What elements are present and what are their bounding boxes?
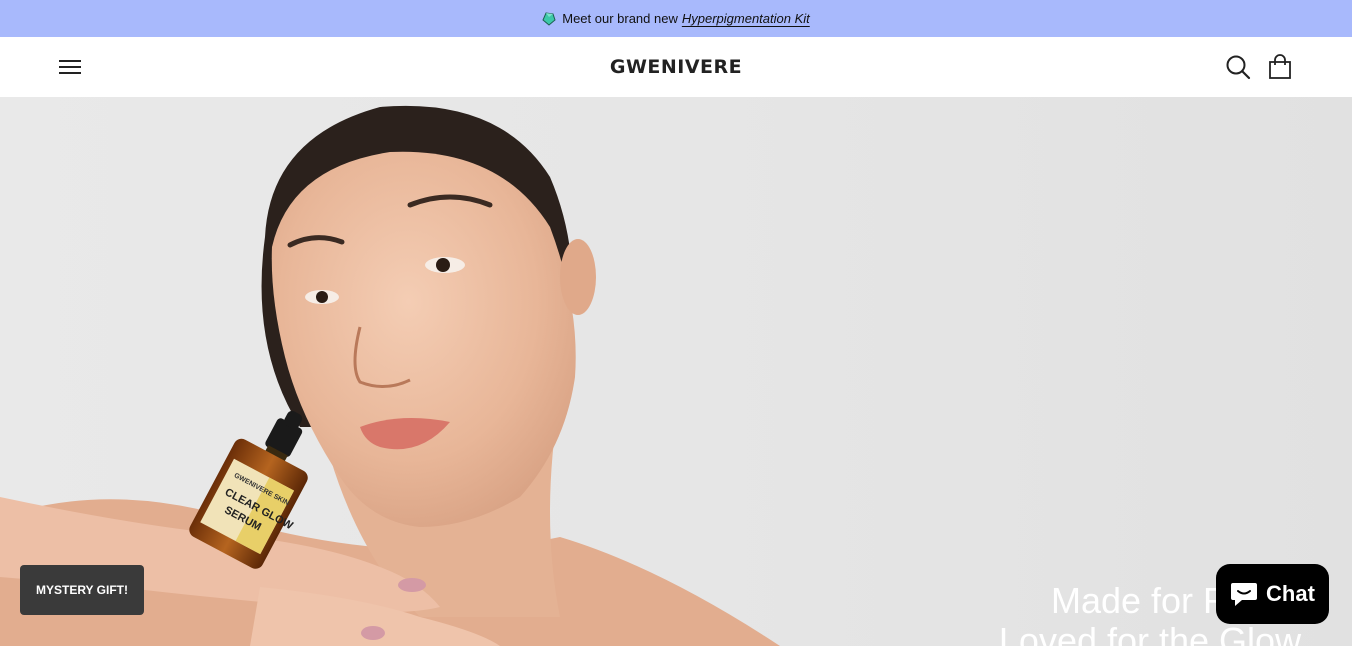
announcement-bar: Meet our brand new Hyperpigmentation Kit xyxy=(0,0,1352,37)
chat-label: Chat xyxy=(1266,581,1315,606)
announcement-text: Meet our brand new xyxy=(562,11,678,26)
search-icon[interactable] xyxy=(1225,54,1251,80)
gem-icon xyxy=(542,11,556,26)
hero-banner[interactable]: GWENIVERE SKIN CLEAR GLOW SERUM Made for… xyxy=(0,97,1352,646)
site-header: GWENIVERE xyxy=(0,37,1352,97)
site-logo[interactable]: GWENIVERE xyxy=(0,56,1352,78)
chat-bubble-icon xyxy=(1231,583,1258,606)
chat-button[interactable]: Chat xyxy=(1216,564,1329,624)
announcement-link[interactable]: Hyperpigmentation Kit xyxy=(682,11,810,26)
mystery-gift-button[interactable]: MYSTERY GIFT! xyxy=(20,565,144,615)
shopping-bag-icon[interactable] xyxy=(1267,54,1293,80)
hero-image: GWENIVERE SKIN CLEAR GLOW SERUM xyxy=(0,105,780,646)
hero-headline-line2: Loved for the Glow xyxy=(998,620,1302,646)
